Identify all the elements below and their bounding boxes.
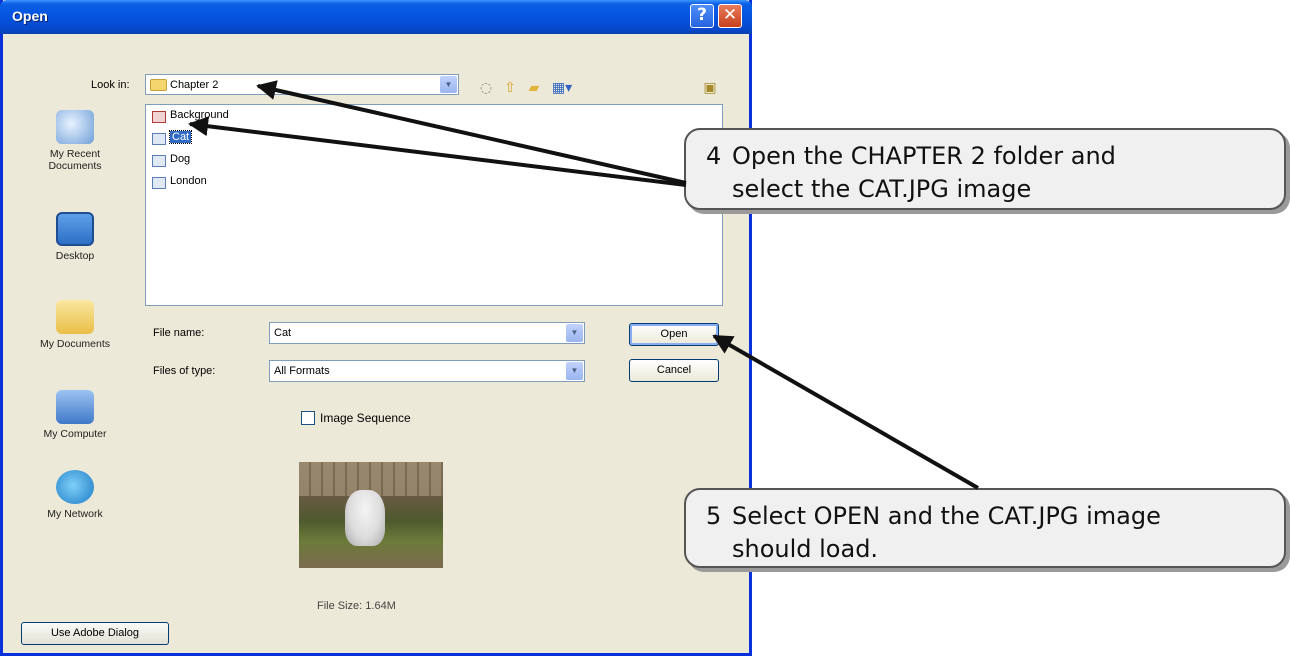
callout-text-line2: should load. xyxy=(732,535,879,563)
my-computer-icon xyxy=(56,390,94,424)
image-sequence-label: Image Sequence xyxy=(320,411,411,425)
my-documents-icon xyxy=(56,300,94,334)
open-button[interactable]: Open xyxy=(629,323,719,346)
place-my-network[interactable]: My Network xyxy=(11,470,139,520)
folder-options-icon[interactable]: ▣ xyxy=(701,80,719,96)
up-folder-icon[interactable]: ⇧ xyxy=(501,80,519,96)
file-name-label: File name: xyxy=(153,327,205,339)
look-in-label: Look in: xyxy=(91,79,130,91)
chevron-down-icon[interactable]: ▼ xyxy=(566,324,583,342)
preview-cat xyxy=(345,490,385,546)
use-adobe-dialog-button[interactable]: Use Adobe Dialog xyxy=(21,622,169,645)
list-item[interactable]: Background xyxy=(150,109,229,126)
chevron-down-icon[interactable]: ▼ xyxy=(566,362,583,380)
file-size-text: File Size: 1.64M xyxy=(317,600,396,612)
callout-step-5: 5 Select OPEN and the CAT.JPG image shou… xyxy=(684,488,1286,568)
place-my-computer[interactable]: My Computer xyxy=(11,390,139,440)
place-desktop[interactable]: Desktop xyxy=(11,212,139,262)
look-in-dropdown[interactable]: Chapter 2 ▼ xyxy=(145,74,459,95)
file-name: London xyxy=(170,175,207,187)
list-item[interactable]: Dog xyxy=(150,153,190,170)
recent-documents-icon xyxy=(56,110,94,144)
image-file-icon xyxy=(152,111,166,123)
image-file-icon xyxy=(152,133,166,145)
callout-text-line1: Open the CHAPTER 2 folder and xyxy=(732,142,1116,170)
arrow-to-open-button xyxy=(712,334,979,490)
my-network-icon xyxy=(56,470,94,504)
title-bar[interactable]: Open ? ✕ xyxy=(0,0,752,34)
image-sequence-checkbox[interactable] xyxy=(301,411,315,425)
file-name: Dog xyxy=(170,153,191,165)
place-my-recent-documents[interactable]: My Recent Documents xyxy=(11,110,139,172)
place-my-documents[interactable]: My Documents xyxy=(11,300,139,350)
list-item-selected[interactable]: Cat xyxy=(150,130,193,148)
dialog-title: Open xyxy=(12,8,48,24)
file-name-input[interactable]: Cat ▼ xyxy=(269,322,585,344)
desktop-icon xyxy=(56,212,94,246)
files-of-type-label: Files of type: xyxy=(153,365,216,377)
place-label: My Computer xyxy=(43,428,107,440)
callout-text-line1: Select OPEN and the CAT.JPG image xyxy=(732,502,1161,530)
files-of-type-value: All Formats xyxy=(274,365,330,377)
place-label: My Documents xyxy=(39,338,111,350)
place-label: Desktop xyxy=(55,250,95,262)
image-file-icon xyxy=(152,155,166,167)
place-label: Documents xyxy=(48,160,102,172)
open-dialog: Open ? ✕ Look in: Chapter 2 ▼ ◌ ⇧ ▰ ▦▾ ▣… xyxy=(0,0,752,656)
chevron-down-icon[interactable]: ▼ xyxy=(440,76,457,93)
callout-number: 4 xyxy=(706,142,722,170)
image-file-icon xyxy=(152,177,166,189)
view-menu-icon[interactable]: ▦▾ xyxy=(549,80,575,96)
cancel-button[interactable]: Cancel xyxy=(629,359,719,382)
files-of-type-select[interactable]: All Formats ▼ xyxy=(269,360,585,382)
callout-text-line2: select the CAT.JPG image xyxy=(732,175,1032,203)
callout-step-4: 4 Open the CHAPTER 2 folder and select t… xyxy=(684,128,1286,210)
file-name: Background xyxy=(170,109,229,121)
back-icon[interactable]: ◌ xyxy=(477,80,495,96)
image-preview xyxy=(299,462,443,568)
folder-icon xyxy=(150,79,167,91)
help-button[interactable]: ? xyxy=(690,4,714,28)
place-label: My Network xyxy=(47,508,103,520)
file-name: Cat xyxy=(168,130,193,144)
list-item[interactable]: London xyxy=(150,175,207,192)
close-button[interactable]: ✕ xyxy=(718,4,742,28)
look-in-value: Chapter 2 xyxy=(170,79,219,91)
new-folder-icon[interactable]: ▰ xyxy=(525,80,543,96)
callout-number: 5 xyxy=(706,502,722,530)
place-label: My Recent xyxy=(49,148,101,160)
places-bar: My Recent Documents Desktop My Documents… xyxy=(11,100,139,590)
file-name-value: Cat xyxy=(274,327,292,339)
file-list[interactable]: Background Cat Dog London xyxy=(145,104,723,306)
